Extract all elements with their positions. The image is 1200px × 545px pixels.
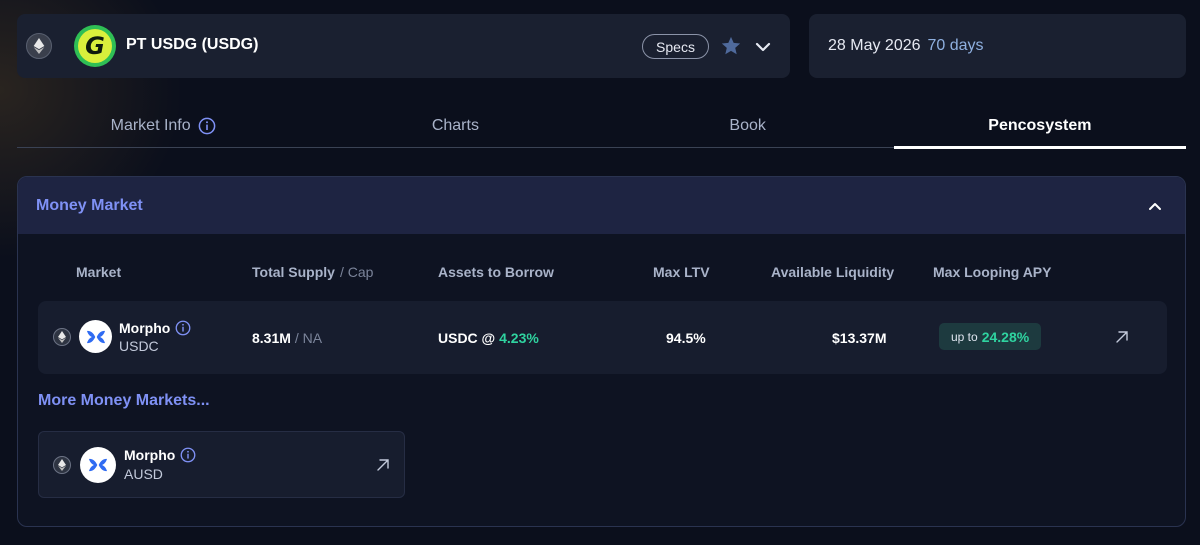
tab-pencosystem[interactable]: Pencosystem: [893, 108, 1187, 149]
protocol-name-text: Morpho: [124, 447, 176, 463]
max-ltv-value: 94.5%: [666, 330, 706, 346]
token-logo-letter: G: [78, 29, 112, 63]
ethereum-icon: [53, 456, 71, 474]
morpho-logo-icon: [79, 320, 112, 353]
maturity-date: 28 May 2026: [828, 37, 921, 54]
tab-label: Charts: [431, 116, 479, 134]
maturity-card: 28 May 2026 70 days: [809, 14, 1186, 78]
column-header-label: Total Supply: [252, 264, 335, 280]
protocol-name: Morpho: [119, 320, 191, 336]
star-icon[interactable]: [720, 35, 742, 57]
token-name: PT USDG (USDG): [126, 36, 259, 53]
ethereum-icon: [26, 33, 52, 59]
apy-prefix: up to: [951, 329, 978, 344]
money-market-panel: Money Market Market Total Supply / Cap As…: [17, 176, 1186, 527]
info-icon[interactable]: [198, 117, 216, 135]
days-left: 70 days: [927, 37, 984, 54]
morpho-logo-icon: [80, 447, 116, 483]
column-header-cap: / Cap: [339, 264, 374, 280]
ethereum-icon: [53, 328, 71, 346]
protocol-name: Morpho: [124, 447, 196, 463]
table-row[interactable]: Morpho USDC 8.31M / NA USDC @ 4.23% 94.5…: [38, 301, 1167, 374]
borrow-rate: 4.23%: [499, 330, 539, 346]
tab-label: Pencosystem: [988, 116, 1092, 134]
market-asset: USDC: [119, 338, 159, 354]
column-header-assets-to-borrow: Assets to Borrow: [438, 264, 554, 280]
info-icon[interactable]: [175, 320, 191, 336]
info-icon[interactable]: [180, 447, 196, 463]
total-supply-cell: 8.31M / NA: [252, 330, 322, 346]
column-header-market: Market: [76, 264, 122, 280]
tab-bar: Market Info Charts Book Pencosystem: [17, 108, 1187, 149]
chevron-up-icon[interactable]: [1147, 198, 1163, 214]
specs-button[interactable]: Specs: [642, 34, 709, 59]
available-liquidity-value: $13.37M: [832, 330, 887, 346]
market-asset: AUSD: [124, 466, 163, 482]
tab-label: Book: [729, 116, 766, 134]
panel-title: Money Market: [36, 196, 143, 214]
external-link-arrow-icon[interactable]: [1114, 329, 1130, 345]
column-header-available-liquidity: Available Liquidity: [771, 264, 895, 280]
list-item[interactable]: Morpho AUSD: [38, 431, 405, 498]
market-header: G PT USDG (USDG) Specs: [17, 14, 790, 78]
tab-charts[interactable]: Charts: [309, 108, 601, 147]
assets-to-borrow-cell: USDC @ 4.23%: [438, 330, 539, 346]
tab-market-info[interactable]: Market Info: [17, 108, 309, 147]
more-money-markets-title: More Money Markets...: [38, 392, 210, 409]
cap-value: / NA: [294, 330, 323, 346]
max-looping-apy-badge: up to 24.28%: [939, 323, 1042, 350]
column-header-max-ltv: Max LTV: [653, 264, 710, 280]
protocol-name-text: Morpho: [119, 320, 171, 336]
borrow-asset: USDC @: [438, 330, 496, 346]
token-logo: G: [74, 25, 116, 67]
external-link-arrow-icon[interactable]: [375, 457, 391, 473]
column-header-total-supply: Total Supply / Cap: [252, 264, 373, 280]
apy-value: 24.28%: [981, 328, 1030, 345]
total-supply-value: 8.31M: [252, 330, 291, 346]
column-header-max-looping-apy: Max Looping APY: [933, 264, 1052, 280]
chevron-down-icon[interactable]: [755, 39, 771, 55]
money-market-header[interactable]: Money Market: [18, 177, 1185, 234]
tab-book[interactable]: Book: [602, 108, 894, 147]
tab-label: Market Info: [110, 116, 191, 134]
